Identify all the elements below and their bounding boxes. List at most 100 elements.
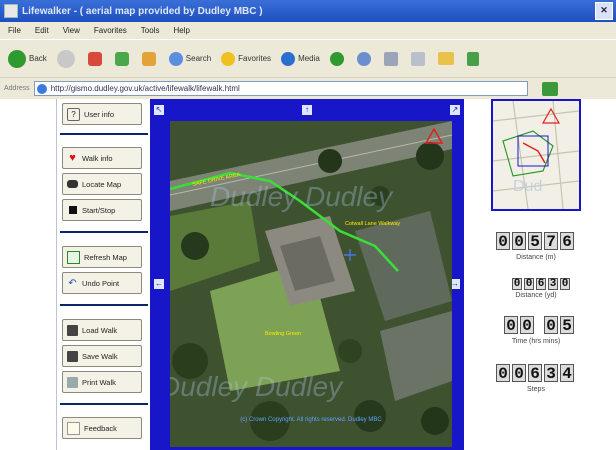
stop-icon: [67, 205, 78, 216]
digit: 0: [520, 316, 534, 335]
print-button[interactable]: [383, 51, 401, 66]
question-icon: ?: [67, 107, 80, 121]
digit: 7: [544, 232, 558, 251]
edit-button[interactable]: [410, 51, 428, 66]
address-bar: Address http://gismo.dudley.gov.uk/activ…: [0, 77, 616, 99]
overview-minimap[interactable]: Dud: [491, 99, 581, 211]
menu-help[interactable]: Help: [173, 26, 189, 35]
messenger-button[interactable]: [466, 51, 482, 66]
pan-west-arrow-icon[interactable]: ←: [154, 279, 164, 289]
page-icon: [36, 83, 47, 94]
digit: 6: [528, 364, 542, 383]
walk-info-button[interactable]: ♥ Walk info: [62, 147, 142, 169]
digit: 0: [512, 364, 526, 383]
menu-tools[interactable]: Tools: [141, 26, 160, 35]
distance-m-counter: 0 0 5 7 6: [496, 232, 576, 251]
menu-view[interactable]: View: [63, 26, 80, 35]
watermark-top: Dudley Dudley: [210, 181, 393, 212]
print-walk-button[interactable]: Print Walk: [62, 371, 142, 393]
back-button[interactable]: Back: [8, 49, 47, 68]
pan-northeast-arrow-icon[interactable]: ↗: [450, 105, 460, 115]
steps-label: Steps: [527, 386, 545, 393]
distance-yd-counter: 0 0 6 3 0: [512, 278, 572, 290]
time-label: Time (hrs mins): [511, 338, 561, 345]
feedback-icon: [67, 421, 80, 435]
undo-icon: ↶: [68, 277, 77, 289]
digit: 6: [560, 232, 574, 251]
svg-text:Dud: Dud: [513, 178, 542, 195]
digit: 3: [548, 278, 558, 290]
menu-edit[interactable]: Edit: [35, 26, 49, 35]
pan-north-arrow-icon[interactable]: ↑: [302, 105, 312, 115]
window-titlebar: Lifewalker - ( aerial map provided by Du…: [0, 0, 616, 22]
right-panel: Dud 0 0 5 7 6 Distance (m) 0 0 6 3 0 Dis…: [472, 99, 616, 450]
locate-map-button[interactable]: Locate Map: [62, 173, 142, 195]
go-button[interactable]: [541, 81, 558, 96]
folder-button[interactable]: [437, 52, 457, 65]
start-stop-button[interactable]: Start/Stop: [62, 199, 142, 221]
map-copyright: (c) Crown Copyright. All rights reserved…: [240, 417, 382, 423]
left-divider: [56, 99, 57, 450]
ie-app-icon: [4, 4, 18, 18]
printer-icon: [383, 51, 398, 66]
save-walk-button[interactable]: Save Walk: [62, 345, 142, 367]
separator: [60, 133, 148, 135]
history-button[interactable]: [329, 51, 347, 66]
menu-file[interactable]: File: [8, 26, 21, 35]
forward-arrow-icon: [56, 49, 75, 68]
messenger-icon: [466, 51, 479, 66]
floppy-icon: [67, 324, 78, 336]
digit: 3: [544, 364, 558, 383]
digit: 0: [496, 232, 510, 251]
star-icon: [221, 51, 236, 66]
minimap-graphic: Dud: [493, 101, 579, 209]
refresh-map-button[interactable]: Refresh Map: [62, 246, 142, 268]
time-counter: 0 0 0 5: [504, 316, 576, 335]
search-button[interactable]: Search: [168, 51, 211, 66]
address-input[interactable]: http://gismo.dudley.gov.uk/active/lifewa…: [33, 81, 528, 96]
refresh-button[interactable]: [114, 51, 132, 66]
favorites-button[interactable]: Favorites: [221, 51, 271, 66]
aerial-map[interactable]: SAFE DRIVE AREA Cotwall Lane Walkway Bow…: [170, 121, 452, 447]
forward-button[interactable]: [56, 49, 78, 68]
distance-yd-label: Distance (yd): [515, 292, 557, 299]
home-button[interactable]: [141, 51, 159, 66]
window-title: Lifewalker - ( aerial map provided by Du…: [22, 5, 263, 17]
browser-toolbar: Back Search Favorites Media: [0, 39, 616, 77]
feedback-button[interactable]: Feedback: [62, 417, 142, 439]
stop-page-button[interactable]: [87, 51, 105, 66]
separator: [60, 304, 148, 306]
digit: 0: [512, 232, 526, 251]
close-window-button[interactable]: ✕: [595, 2, 613, 20]
mail-button[interactable]: [356, 51, 374, 66]
digit: 0: [560, 278, 570, 290]
digit: 5: [528, 232, 542, 251]
map-label-bowling: Bowling Green: [265, 331, 302, 337]
media-icon: [281, 51, 296, 66]
digit: 0: [544, 316, 558, 335]
edit-page-icon: [410, 51, 425, 66]
digit: 4: [560, 364, 574, 383]
digit: 0: [504, 316, 518, 335]
refresh-icon: [114, 51, 129, 66]
back-arrow-icon: [8, 49, 26, 68]
floppy-icon: [67, 350, 78, 362]
car-icon: [67, 180, 78, 188]
digit: 0: [524, 278, 534, 290]
menu-bar: File Edit View Favorites Tools Help: [0, 22, 616, 39]
watermark-bottom: Dudley Dudley: [170, 371, 343, 402]
stop-page-icon: [87, 51, 102, 66]
map-frame: ↖ ↑ ↗ ← → SAFE DRIVE AREA Cotwall Lane W…: [150, 99, 464, 450]
user-info-button[interactable]: ? User info: [62, 103, 142, 125]
media-button[interactable]: Media: [281, 51, 320, 66]
load-walk-button[interactable]: Load Walk: [62, 319, 142, 341]
map-label-walkway: Cotwall Lane Walkway: [345, 221, 401, 227]
menu-favorites[interactable]: Favorites: [94, 26, 127, 35]
digit: 5: [560, 316, 574, 335]
digit: 6: [536, 278, 546, 290]
home-icon: [141, 51, 156, 66]
pan-northwest-arrow-icon[interactable]: ↖: [154, 105, 164, 115]
undo-point-button[interactable]: ↶ Undo Point: [62, 272, 142, 294]
address-url: http://gismo.dudley.gov.uk/active/lifewa…: [50, 84, 240, 93]
print-icon: [67, 376, 78, 388]
